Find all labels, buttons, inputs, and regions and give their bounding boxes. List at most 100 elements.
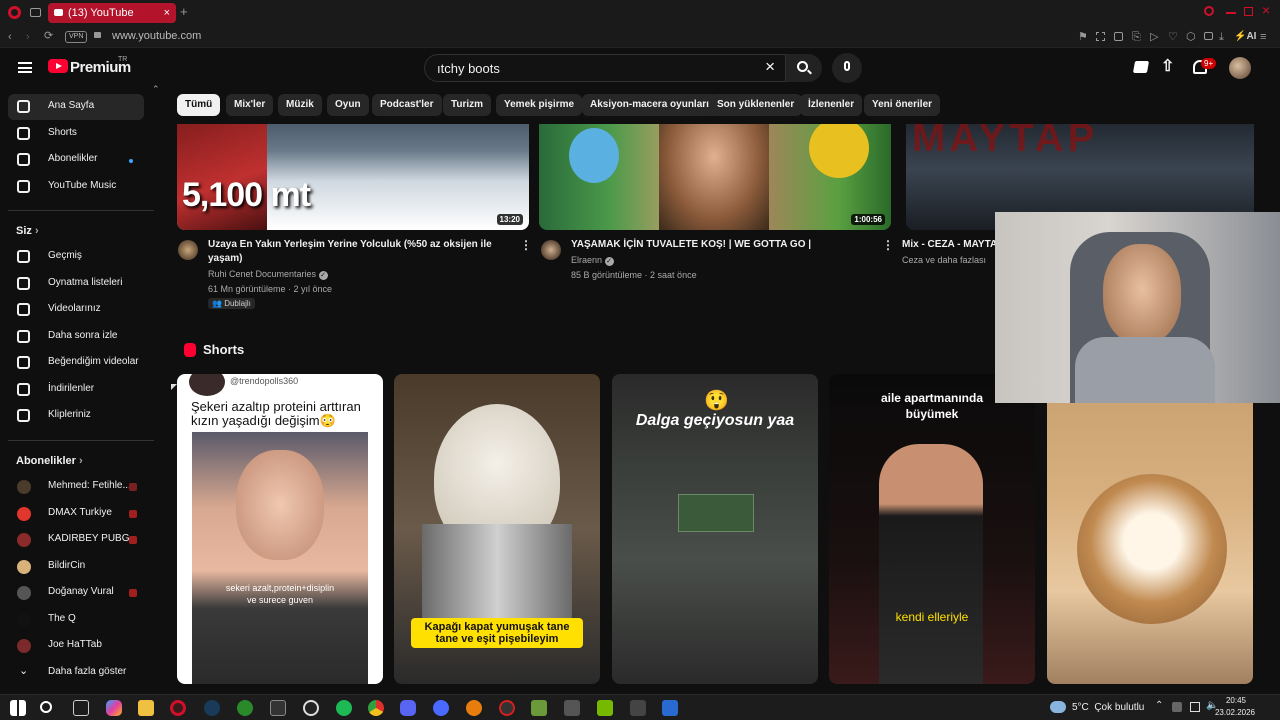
epic-games-icon[interactable]: [270, 700, 286, 716]
maximize-icon[interactable]: [1244, 7, 1253, 16]
taskbar-search-icon[interactable]: [40, 701, 52, 713]
nvidia-icon[interactable]: [597, 700, 613, 716]
opera-logo-icon[interactable]: [8, 6, 21, 19]
avatar[interactable]: [1229, 57, 1251, 79]
obs-icon[interactable]: [303, 700, 319, 716]
snapshot-icon[interactable]: [1096, 32, 1105, 41]
sidebar-item-you-1[interactable]: Oynatma listeleri: [8, 271, 144, 297]
download-icon[interactable]: ⤓: [1219, 30, 1224, 44]
sidebar-item-you-0[interactable]: Geçmiş: [8, 244, 144, 270]
minecraft-icon[interactable]: [531, 700, 547, 716]
tab-menu-icon[interactable]: [30, 8, 41, 17]
filter-chip[interactable]: Son yüklenenler: [709, 94, 803, 116]
subscription-item[interactable]: KADIRBEY PUBG: [8, 527, 144, 553]
video-thumbnail-1[interactable]: 5,100 mt 13:20: [177, 124, 529, 230]
video-title[interactable]: YAŞAMAK İÇİN TUVALETE KOŞ! | WE GOTTA GO…: [571, 238, 871, 252]
share-icon[interactable]: ⎘: [1132, 30, 1141, 44]
filter-chip[interactable]: İzlenenler: [800, 94, 863, 116]
discord-icon[interactable]: [400, 700, 416, 716]
filter-chip[interactable]: Aksiyon-macera oyunları: [582, 94, 717, 116]
browser-tab-youtube[interactable]: (13) YouTube ×: [48, 3, 176, 23]
filter-chip[interactable]: Yeni öneriler: [864, 94, 941, 116]
weather-icon[interactable]: [1050, 701, 1066, 713]
hamburger-menu-icon[interactable]: [18, 62, 32, 73]
filter-chip[interactable]: Müzik: [278, 94, 322, 116]
sidebar-item-you-2[interactable]: Videolarınız: [8, 297, 144, 323]
video-channel[interactable]: Ruhi Cenet Documentaries ✓: [208, 269, 328, 280]
file-explorer-icon[interactable]: [138, 700, 154, 716]
tool-icon[interactable]: [564, 700, 580, 716]
tb-app-icon[interactable]: [662, 700, 678, 716]
subscription-item[interactable]: The Q: [8, 607, 144, 633]
upload-icon[interactable]: ⇧: [1161, 56, 1174, 76]
sidebar-item-you-6[interactable]: Klipleriniz: [8, 403, 144, 429]
vpn-badge[interactable]: VPN: [65, 31, 88, 43]
channel-avatar[interactable]: [178, 240, 198, 260]
camera-app-icon[interactable]: [630, 700, 646, 716]
youtube-logo-icon[interactable]: [48, 59, 68, 73]
filter-chip[interactable]: Turizm: [443, 94, 492, 116]
chrome-icon[interactable]: [368, 700, 384, 716]
sidebar-item-you-3[interactable]: Daha sonra izle: [8, 324, 144, 350]
video-channel[interactable]: Ceza ve daha fazlası: [902, 255, 986, 265]
app-icon[interactable]: [433, 700, 449, 716]
shield-icon[interactable]: [1114, 32, 1123, 41]
filter-chip[interactable]: Tümü: [177, 94, 221, 116]
short-card-4[interactable]: aile apartmanında büyümek kendi elleriyl…: [829, 374, 1035, 684]
sidebar-item-you-4[interactable]: Beğendiğim videolar: [8, 350, 144, 376]
more-options-icon[interactable]: ⋮: [882, 238, 894, 252]
spotify-icon[interactable]: [336, 700, 352, 716]
network-icon[interactable]: [1190, 702, 1200, 712]
record-icon[interactable]: [499, 700, 515, 716]
you-section-heading[interactable]: Siz ›: [16, 225, 39, 237]
blender-icon[interactable]: [466, 700, 482, 716]
short-card-1[interactable]: @trendopolls360 Şekeri azaltıp proteini …: [177, 374, 383, 684]
channel-avatar[interactable]: [541, 240, 561, 260]
sidebar-item-2[interactable]: Abonelikler: [8, 147, 144, 173]
more-options-icon[interactable]: ⋮: [520, 238, 532, 252]
search-input[interactable]: [437, 61, 757, 76]
filter-chip[interactable]: Oyun: [327, 94, 369, 116]
search-button[interactable]: [786, 54, 822, 82]
sidebar-item-you-5[interactable]: İndirilenler: [8, 377, 144, 403]
back-icon[interactable]: ‹: [8, 30, 12, 44]
create-icon[interactable]: [1132, 61, 1150, 73]
sidebar-item-1[interactable]: Shorts: [8, 121, 144, 147]
clear-search-icon[interactable]: ×: [765, 57, 775, 77]
video-channel[interactable]: Elraenn ✓: [571, 255, 614, 266]
weather-text[interactable]: 5°C Çok bulutlu: [1072, 702, 1144, 713]
sidebar-scroll-up-icon[interactable]: ⌃: [152, 84, 160, 95]
filter-chip[interactable]: Mix'ler: [226, 94, 274, 116]
url-text[interactable]: www.youtube.com: [112, 30, 201, 42]
clock-time[interactable]: 20:45: [1212, 696, 1260, 705]
filter-chip[interactable]: Podcast'ler: [372, 94, 442, 116]
forward-icon[interactable]: ›: [26, 30, 30, 44]
close-window-icon[interactable]: ×: [1262, 3, 1270, 17]
bookmark-icon[interactable]: ⚑: [1078, 30, 1088, 44]
sidebar-item-3[interactable]: YouTube Music: [8, 174, 144, 200]
search-tabs-icon[interactable]: [1204, 6, 1214, 16]
tab-close-icon[interactable]: ×: [164, 3, 170, 23]
filter-chip[interactable]: Yemek pişirme: [496, 94, 583, 116]
show-more-button[interactable]: ⌄ Daha fazla göster: [8, 660, 144, 686]
short-card-5[interactable]: [1047, 374, 1253, 684]
subscription-item[interactable]: Mehmed: Fetihle...: [8, 474, 144, 500]
extensions-icon[interactable]: ⬡: [1186, 30, 1196, 44]
subscription-item[interactable]: Doğanay Vural: [8, 580, 144, 606]
search-box[interactable]: ×: [424, 54, 786, 82]
minimize-icon[interactable]: [1226, 12, 1236, 14]
steam-icon[interactable]: [204, 700, 220, 716]
task-view-icon[interactable]: [73, 700, 89, 716]
subscriptions-section-heading[interactable]: Abonelikler ›: [16, 455, 83, 467]
xbox-icon[interactable]: [237, 700, 253, 716]
video-title[interactable]: Mix - CEZA - MAYTA: [902, 238, 1002, 252]
subscription-item[interactable]: BildirCin: [8, 554, 144, 580]
voice-search-button[interactable]: [832, 53, 862, 83]
new-tab-button[interactable]: +: [180, 5, 188, 19]
copilot-icon[interactable]: [106, 700, 122, 716]
video-title[interactable]: Uzaya En Yakın Yerleşim Yerine Yolculuk …: [208, 238, 508, 266]
windows-start-icon[interactable]: [10, 700, 26, 716]
subscription-item[interactable]: Joe HaTTab: [8, 633, 144, 659]
wallet-icon[interactable]: [1204, 32, 1213, 40]
sidebar-item-0[interactable]: Ana Sayfa: [8, 94, 144, 120]
